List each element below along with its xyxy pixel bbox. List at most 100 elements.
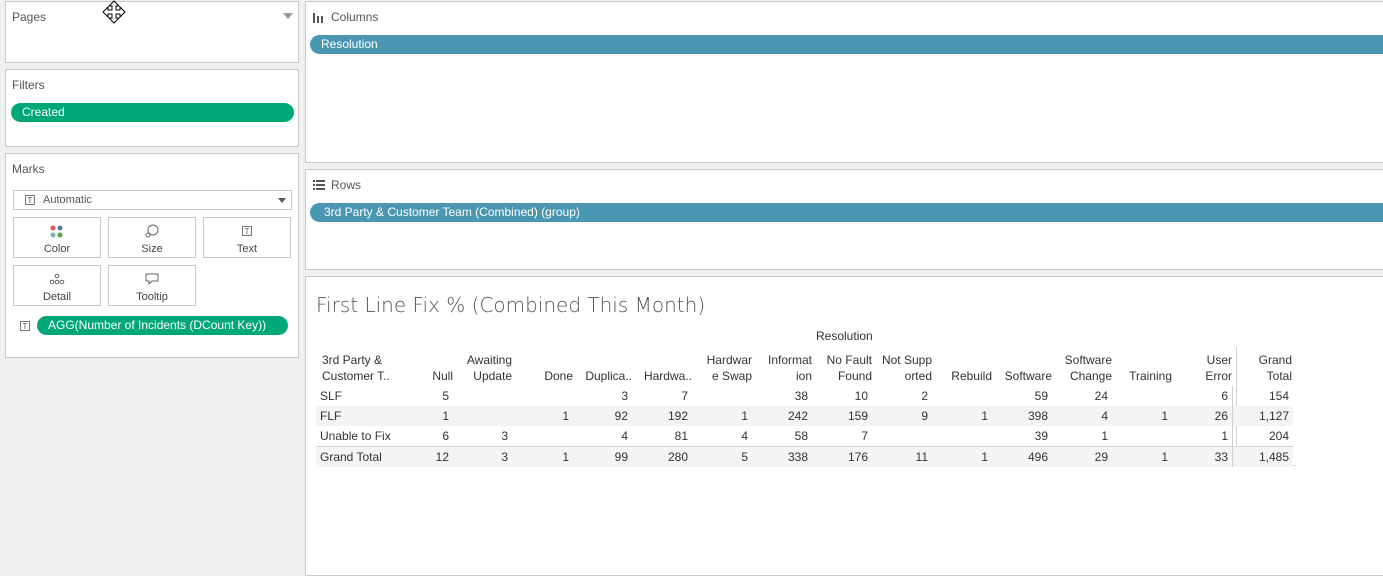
table-cell[interactable]: 1 <box>416 406 453 426</box>
table-cell[interactable]: 1 <box>512 446 573 467</box>
table-cell[interactable]: 29 <box>1052 446 1112 467</box>
table-cell[interactable]: 11 <box>872 446 932 467</box>
table-cell[interactable] <box>453 406 512 426</box>
table-cell[interactable]: 3 <box>453 446 512 467</box>
table-cell[interactable]: 1 <box>1112 446 1172 467</box>
columns-title: Columns <box>331 10 379 24</box>
table-cell[interactable]: 5 <box>692 446 752 467</box>
row-label[interactable]: Unable to Fix <box>316 426 416 447</box>
table-cell[interactable]: 33 <box>1172 446 1233 467</box>
mark-type-label: Automatic <box>43 194 92 206</box>
table-cell[interactable]: 10 <box>812 386 872 406</box>
text-button[interactable]: T Text <box>203 217 291 258</box>
table-cell[interactable]: 99 <box>573 446 632 467</box>
table-cell[interactable]: 81 <box>632 426 692 447</box>
text-mark-icon: T <box>25 195 35 205</box>
table-cell[interactable] <box>872 426 932 447</box>
table-cell[interactable]: 7 <box>632 386 692 406</box>
table-cell[interactable]: 496 <box>992 446 1052 467</box>
table-cell[interactable] <box>512 426 573 447</box>
table-cell[interactable]: 4 <box>692 426 752 447</box>
table-cell[interactable]: 1 <box>692 406 752 426</box>
detail-button[interactable]: Detail <box>13 265 101 306</box>
table-cell[interactable]: 38 <box>752 386 812 406</box>
table-cell[interactable]: 58 <box>752 426 812 447</box>
detail-label: Detail <box>42 291 72 303</box>
table-cell[interactable]: 24 <box>1052 386 1112 406</box>
table-cell[interactable]: 7 <box>812 426 872 447</box>
tooltip-icon <box>109 272 195 286</box>
pages-collapse-icon[interactable] <box>283 13 293 19</box>
table-cell[interactable]: 4 <box>573 426 632 447</box>
table-row: FLF 1 1 92 192 1 242 159 9 1 398 4 1 26 1,127 <box>316 406 1293 426</box>
table-cell[interactable]: 12 <box>416 446 453 467</box>
table-cell[interactable]: 1 <box>1052 426 1112 447</box>
table-cell[interactable] <box>932 426 992 447</box>
rows-pill-team[interactable]: 3rd Party & Customer Team (Combined) (gr… <box>310 203 1383 222</box>
marks-title: Marks <box>12 162 45 176</box>
table-cell[interactable]: 1 <box>932 446 992 467</box>
text-label: Text <box>236 243 258 255</box>
column-header[interactable]: Grand Total <box>1222 352 1292 384</box>
filter-pill-created[interactable]: Created <box>11 103 294 122</box>
view-area: First Line Fix % (Combined This Month) R… <box>305 276 1383 576</box>
table-cell[interactable] <box>932 386 992 406</box>
table-cell[interactable]: 2 <box>872 386 932 406</box>
row-label[interactable]: FLF <box>316 406 416 426</box>
columns-icon <box>313 13 323 23</box>
table-cell[interactable]: 4 <box>1052 406 1112 426</box>
table-cell[interactable]: 159 <box>812 406 872 426</box>
table-cell[interactable]: 280 <box>632 446 692 467</box>
table-cell[interactable]: 154 <box>1232 386 1293 406</box>
table-cell[interactable]: 1 <box>512 406 573 426</box>
table-cell[interactable]: 3 <box>573 386 632 406</box>
size-label: Size <box>141 243 163 255</box>
table-cell[interactable] <box>692 386 752 406</box>
text-icon: T <box>204 224 290 238</box>
table-cell[interactable] <box>1112 386 1172 406</box>
tooltip-button[interactable]: Tooltip <box>108 265 196 306</box>
table-cell[interactable]: 1 <box>1172 426 1233 447</box>
filters-card: Filters Created <box>5 69 299 147</box>
table-cell[interactable]: 192 <box>632 406 692 426</box>
detail-icon <box>14 272 100 286</box>
table-cell[interactable]: 1 <box>1112 406 1172 426</box>
mark-type-select[interactable]: T Automatic <box>13 190 292 210</box>
table-cell[interactable]: 338 <box>752 446 812 467</box>
size-button[interactable]: Size <box>108 217 196 258</box>
color-label: Color <box>43 243 71 255</box>
columns-pill-resolution[interactable]: Resolution <box>310 35 1383 54</box>
view-title: First Line Fix % (Combined This Month) <box>316 293 706 317</box>
table-cell[interactable]: 6 <box>416 426 453 447</box>
text-field-pill[interactable]: AGG(Number of Incidents (DCount Key)) <box>37 316 288 335</box>
table-cell[interactable]: 204 <box>1232 426 1293 447</box>
table-cell[interactable] <box>453 386 512 406</box>
table-cell[interactable]: 3 <box>453 426 512 447</box>
row-label[interactable]: SLF <box>316 386 416 406</box>
table-cell[interactable]: 1,127 <box>1232 406 1293 426</box>
column-header[interactable]: Awaiting Update <box>442 352 512 384</box>
pages-card[interactable]: Pages <box>5 1 299 63</box>
text-field-icon: T <box>20 321 30 331</box>
table-cell[interactable]: 1 <box>932 406 992 426</box>
table-cell[interactable]: 242 <box>752 406 812 426</box>
table-cell[interactable]: 39 <box>992 426 1052 447</box>
color-icon <box>14 224 100 238</box>
rows-icon <box>313 180 325 190</box>
table-cell[interactable]: 26 <box>1172 406 1233 426</box>
move-cursor-icon <box>102 0 126 24</box>
tooltip-label: Tooltip <box>136 291 168 303</box>
column-group-header: Resolution <box>816 329 873 343</box>
table-cell[interactable]: 59 <box>992 386 1052 406</box>
table-cell[interactable] <box>1112 426 1172 447</box>
table-cell[interactable]: 5 <box>416 386 453 406</box>
table-cell[interactable]: 9 <box>872 406 932 426</box>
table-cell[interactable]: 1,485 <box>1232 446 1293 467</box>
table-cell[interactable]: 398 <box>992 406 1052 426</box>
row-label[interactable]: Grand Total <box>316 446 416 467</box>
table-cell[interactable]: 176 <box>812 446 872 467</box>
table-cell[interactable]: 92 <box>573 406 632 426</box>
color-button[interactable]: Color <box>13 217 101 258</box>
table-cell[interactable] <box>512 386 573 406</box>
table-cell[interactable]: 6 <box>1172 386 1233 406</box>
